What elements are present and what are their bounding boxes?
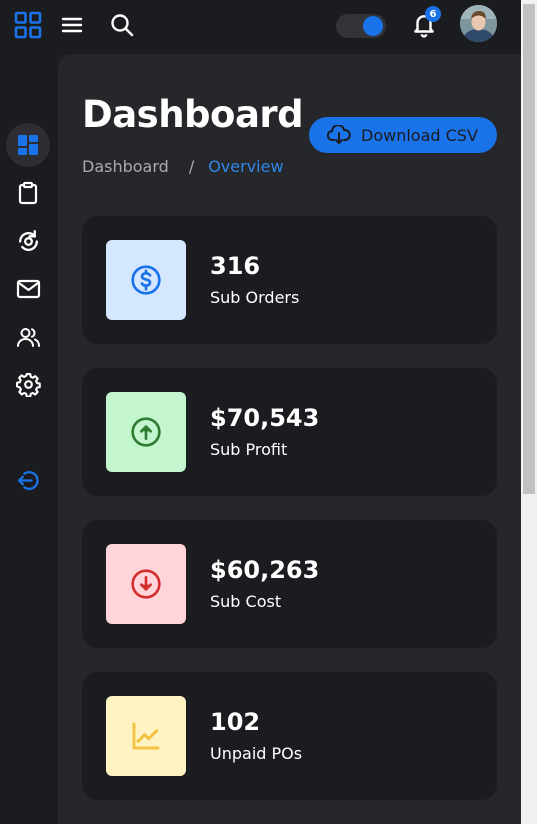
scrollbar-thumb[interactable] <box>523 4 535 494</box>
page-title: Dashboard <box>82 93 304 136</box>
stat-value: 316 <box>210 252 261 280</box>
gear-icon[interactable] <box>16 372 41 397</box>
hamburger-menu-icon[interactable] <box>61 15 83 35</box>
breadcrumb-overview[interactable]: Overview <box>208 157 283 176</box>
theme-toggle[interactable] <box>336 14 386 38</box>
download-csv-button[interactable]: Download CSV <box>309 117 497 153</box>
sidebar <box>0 54 58 824</box>
stat-value: $70,543 <box>210 404 320 432</box>
stat-card-sub-cost: $60,263 Sub Cost <box>82 520 497 648</box>
breadcrumb: Dashboard / Overview <box>82 157 284 176</box>
stat-value: $60,263 <box>210 556 320 584</box>
arrow-down-circle-icon <box>106 544 186 624</box>
stat-label: Sub Orders <box>210 288 300 307</box>
dashboard-icon[interactable] <box>17 134 39 156</box>
chart-refresh-icon[interactable] <box>16 229 41 254</box>
stat-label: Sub Profit <box>210 440 288 459</box>
breadcrumb-separator: / <box>188 157 195 176</box>
toggle-knob <box>363 16 383 36</box>
avatar[interactable] <box>460 5 497 42</box>
stat-label: Unpaid POs <box>210 744 303 763</box>
trend-chart-icon <box>106 696 186 776</box>
stat-card-unpaid-pos: 102 Unpaid POs <box>82 672 497 800</box>
arrow-up-circle-icon <box>106 392 186 472</box>
stat-card-sub-profit: $70,543 Sub Profit <box>82 368 497 496</box>
download-csv-label: Download CSV <box>361 125 478 145</box>
notification-badge: 6 <box>425 6 441 22</box>
search-icon[interactable] <box>110 13 134 37</box>
cloud-download-icon <box>327 125 351 145</box>
clipboard-icon[interactable] <box>17 181 39 205</box>
users-icon[interactable] <box>16 325 41 349</box>
breadcrumb-dashboard[interactable]: Dashboard <box>82 157 169 176</box>
mail-icon[interactable] <box>16 278 41 300</box>
stat-label: Sub Cost <box>210 592 282 611</box>
stat-value: 102 <box>210 708 261 736</box>
logout-icon[interactable] <box>16 468 41 493</box>
stat-card-sub-orders: 316 Sub Orders <box>82 216 497 344</box>
apps-grid-icon[interactable] <box>14 11 42 39</box>
dollar-circle-icon <box>106 240 186 320</box>
